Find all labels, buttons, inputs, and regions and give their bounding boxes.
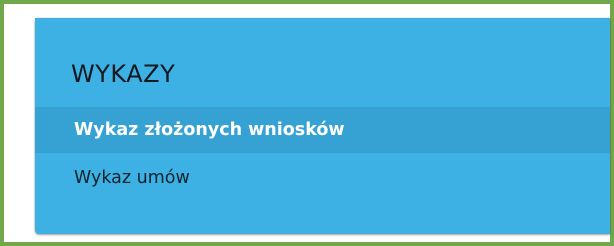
lists-panel: WYKAZY Wykaz złożonych wniosków Wykaz um…	[35, 18, 610, 234]
panel-title: WYKAZY	[71, 60, 176, 88]
menu-item-submitted-applications[interactable]: Wykaz złożonych wniosków	[35, 107, 610, 153]
panel-header	[35, 18, 610, 22]
lists-menu: Wykaz złożonych wniosków Wykaz umów	[35, 107, 610, 201]
menu-item-contracts[interactable]: Wykaz umów	[35, 155, 610, 201]
